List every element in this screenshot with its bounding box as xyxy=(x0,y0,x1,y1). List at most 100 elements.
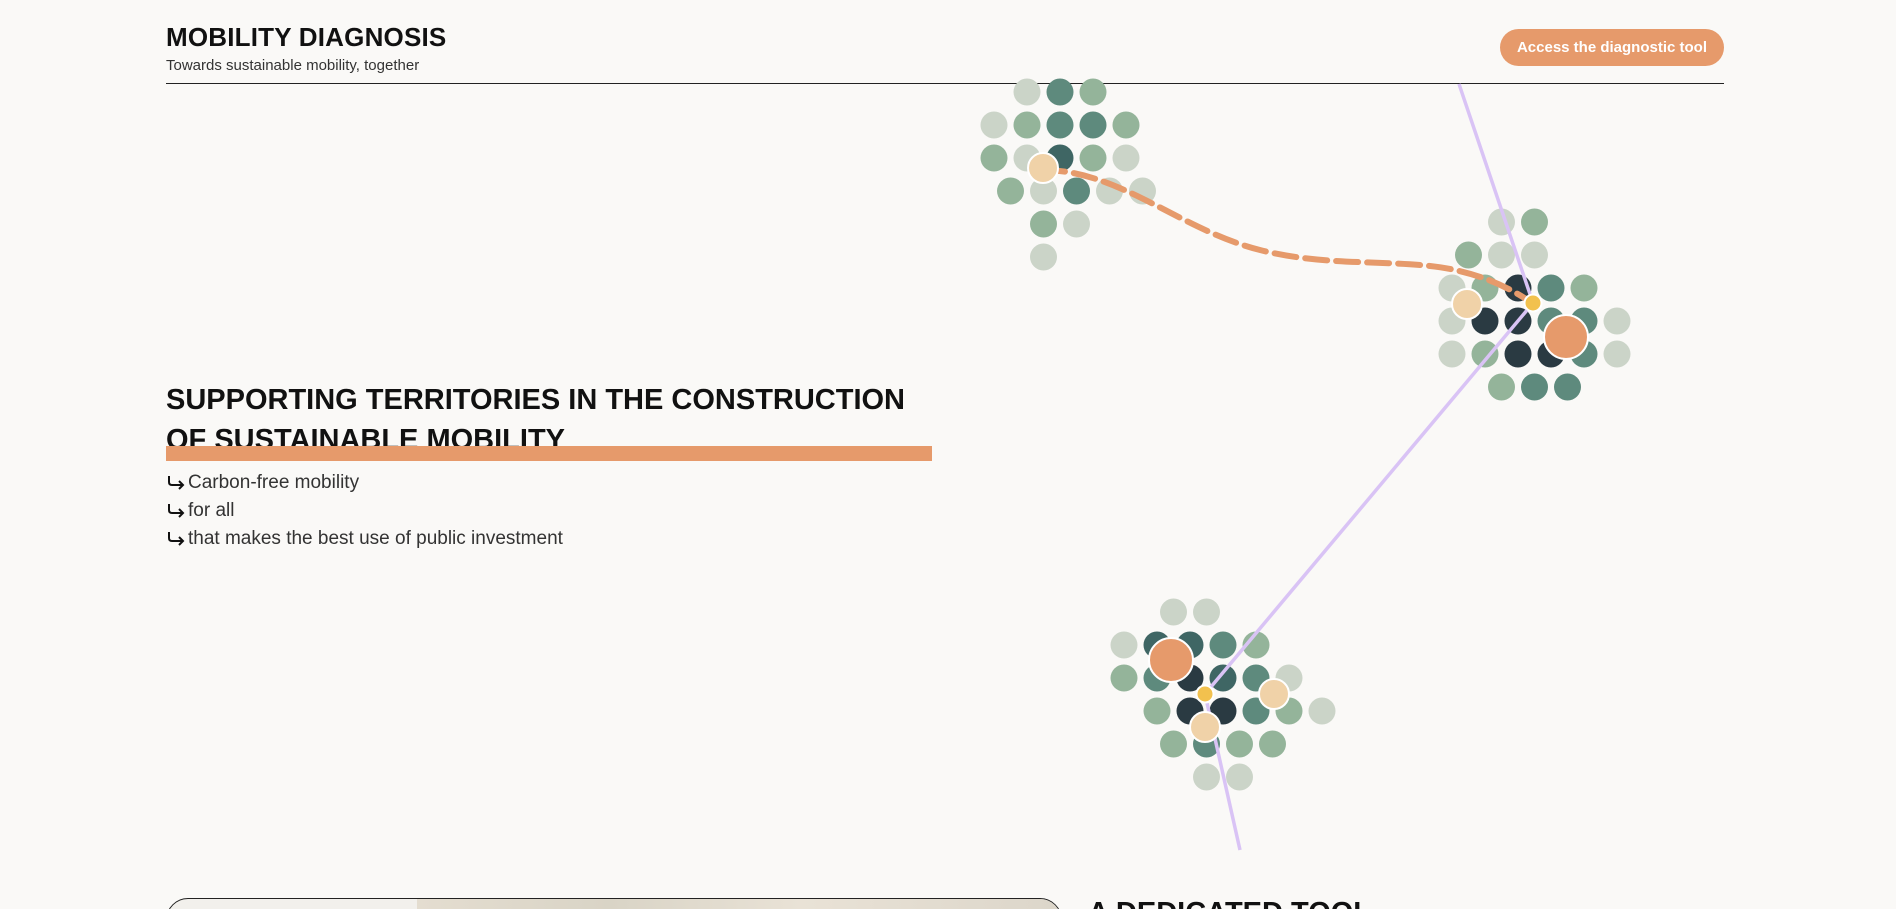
transit-line xyxy=(1203,301,1535,696)
cluster-dot xyxy=(1079,144,1107,172)
cluster-dot xyxy=(1013,111,1041,139)
station-marker xyxy=(1451,288,1483,320)
bullet-item: for all xyxy=(166,497,563,525)
cluster-dot xyxy=(1275,697,1303,725)
cluster-dot xyxy=(1209,697,1237,725)
cluster-dot xyxy=(1160,598,1187,626)
cluster-dot xyxy=(1063,210,1090,238)
cluster-dot xyxy=(1160,730,1187,758)
cluster-dot xyxy=(1226,763,1253,791)
dot-clusters xyxy=(980,78,1631,791)
cluster-dot xyxy=(1537,274,1565,302)
cluster-dot xyxy=(1488,373,1515,401)
cluster-dot xyxy=(1521,241,1548,269)
cluster-dot xyxy=(1488,241,1515,269)
cluster-dot xyxy=(1570,274,1598,302)
cluster-dot xyxy=(1193,763,1220,791)
cluster-dot xyxy=(1242,664,1270,692)
return-arrow-icon xyxy=(168,504,185,518)
cluster-dot xyxy=(997,177,1024,205)
cluster-dot xyxy=(1176,697,1204,725)
cluster-dot xyxy=(1046,144,1074,172)
cluster-dot xyxy=(1504,307,1532,335)
cluster-dot xyxy=(1193,598,1220,626)
cluster-dot xyxy=(1570,307,1598,335)
cluster-dot xyxy=(1242,697,1270,725)
cluster-dot xyxy=(1438,307,1466,335)
map-preview-image xyxy=(417,899,1057,909)
cluster-dot xyxy=(1110,664,1138,692)
cluster-dot xyxy=(1554,373,1581,401)
cluster-dot xyxy=(1521,208,1548,236)
brand-subtitle: Towards sustainable mobility, together xyxy=(166,57,420,74)
cluster-dot xyxy=(980,144,1008,172)
cluster-dot xyxy=(1209,664,1237,692)
cluster-dot xyxy=(1110,631,1138,659)
cluster-dot xyxy=(1455,241,1482,269)
station-marker xyxy=(1523,293,1543,313)
station-marker xyxy=(1543,314,1589,360)
return-arrow-icon xyxy=(168,476,185,490)
cluster-dot xyxy=(1308,697,1336,725)
cluster-dot xyxy=(1176,631,1204,659)
cluster-dot xyxy=(1242,631,1270,659)
cluster-dot xyxy=(1079,111,1107,139)
bullet-item: Carbon-free mobility xyxy=(166,469,563,497)
brand-title[interactable]: MOBILITY DIAGNOSIS xyxy=(166,22,446,53)
site-header: MOBILITY DIAGNOSIS Towards sustainable m… xyxy=(166,0,1724,84)
cluster-dot xyxy=(1176,664,1204,692)
cluster-dot xyxy=(1275,664,1303,692)
cluster-dot xyxy=(1537,340,1565,368)
cluster-dot xyxy=(1570,340,1598,368)
cluster-dot xyxy=(1259,730,1286,758)
title-underline xyxy=(166,446,932,461)
return-arrow-icon xyxy=(168,532,185,546)
station-marker xyxy=(1189,711,1221,743)
cluster-dot xyxy=(1537,307,1565,335)
cluster-dot xyxy=(1504,340,1532,368)
cluster-dot xyxy=(980,111,1008,139)
bullet-item: that makes the best use of public invest… xyxy=(166,525,563,553)
cluster-dot xyxy=(1504,274,1532,302)
access-diagnostic-tool-button[interactable]: Access the diagnostic tool xyxy=(1499,29,1724,66)
cluster-dot xyxy=(1096,177,1123,205)
cluster-dot xyxy=(1143,631,1171,659)
station-marker xyxy=(1027,152,1059,184)
cluster-dot xyxy=(1438,274,1466,302)
cluster-dot xyxy=(1030,210,1057,238)
transit-line xyxy=(1203,693,1242,851)
dashed-route xyxy=(1040,167,1536,306)
bullet-label: for all xyxy=(188,500,235,521)
cluster-dot xyxy=(1129,177,1156,205)
cluster-dot xyxy=(1030,177,1057,205)
cluster-dot xyxy=(1209,631,1237,659)
cluster-dot xyxy=(1603,307,1631,335)
station-marker xyxy=(1258,678,1290,710)
cluster-dot xyxy=(1013,144,1041,172)
hero-bullet-list: Carbon-free mobility for all that makes … xyxy=(166,469,563,553)
cluster-dot xyxy=(1030,243,1057,271)
cluster-dot xyxy=(1471,274,1499,302)
bullet-label: that makes the best use of public invest… xyxy=(188,528,563,549)
cluster-dot xyxy=(1143,664,1171,692)
station-marker xyxy=(1148,637,1194,683)
stations xyxy=(1027,152,1589,743)
cluster-dot xyxy=(1063,177,1090,205)
transit-line xyxy=(1457,83,1535,304)
cluster-dot xyxy=(1046,111,1074,139)
cluster-dot xyxy=(1143,697,1171,725)
cluster-dot xyxy=(1471,340,1499,368)
cluster-dot xyxy=(1521,373,1548,401)
cluster-dot xyxy=(1112,111,1140,139)
cluster-dot xyxy=(1112,144,1140,172)
tool-preview-card[interactable] xyxy=(166,898,1062,909)
cluster-dot xyxy=(1438,340,1466,368)
cluster-dot xyxy=(1488,208,1515,236)
section-heading: A DEDICATED TOOL xyxy=(1088,897,1371,909)
cluster-dot xyxy=(1471,307,1499,335)
bullet-label: Carbon-free mobility xyxy=(188,472,360,493)
cluster-dot xyxy=(1193,730,1220,758)
station-marker xyxy=(1195,684,1215,704)
cluster-dot xyxy=(1226,730,1253,758)
cluster-dot xyxy=(1603,340,1631,368)
